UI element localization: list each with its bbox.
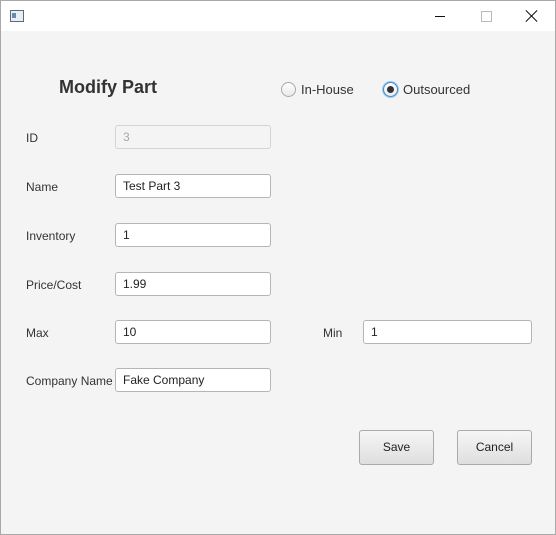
name-field[interactable]: Test Part 3 xyxy=(115,174,271,198)
outsourced-radio[interactable]: Outsourced xyxy=(383,80,470,98)
id-label: ID xyxy=(26,131,38,145)
outsourced-radio-circle[interactable] xyxy=(383,81,398,97)
maximize-button[interactable] xyxy=(463,1,509,31)
price-cost-label: Price/Cost xyxy=(26,278,82,292)
app-icon xyxy=(10,10,24,22)
min-label: Min xyxy=(323,326,343,340)
page-title: Modify Part xyxy=(59,77,158,97)
id-field: 3 xyxy=(115,125,271,149)
name-label: Name xyxy=(26,180,59,194)
inventory-label: Inventory xyxy=(26,229,76,243)
outsourced-radio-label[interactable]: Outsourced xyxy=(403,82,470,97)
cancel-button[interactable]: Cancel xyxy=(457,430,532,465)
min-field[interactable]: 1 xyxy=(363,320,532,344)
inventory-field[interactable]: 1 xyxy=(115,223,271,247)
max-field[interactable]: 10 xyxy=(115,320,271,344)
max-label: Max xyxy=(26,326,49,340)
minimize-button[interactable] xyxy=(417,1,463,31)
title-bar xyxy=(1,1,555,31)
minimize-icon xyxy=(435,15,445,17)
save-button[interactable]: Save xyxy=(359,430,434,465)
close-icon xyxy=(526,10,538,22)
in-house-radio[interactable]: In-House xyxy=(281,80,354,98)
in-house-radio-circle[interactable] xyxy=(281,81,296,97)
maximize-icon xyxy=(480,10,492,22)
price-cost-field[interactable]: 1.99 xyxy=(115,272,271,296)
company-name-field[interactable]: Fake Company xyxy=(115,368,271,392)
in-house-radio-label[interactable]: In-House xyxy=(301,82,354,97)
close-button[interactable] xyxy=(509,1,555,31)
company-name-label: Company Name xyxy=(26,374,113,388)
